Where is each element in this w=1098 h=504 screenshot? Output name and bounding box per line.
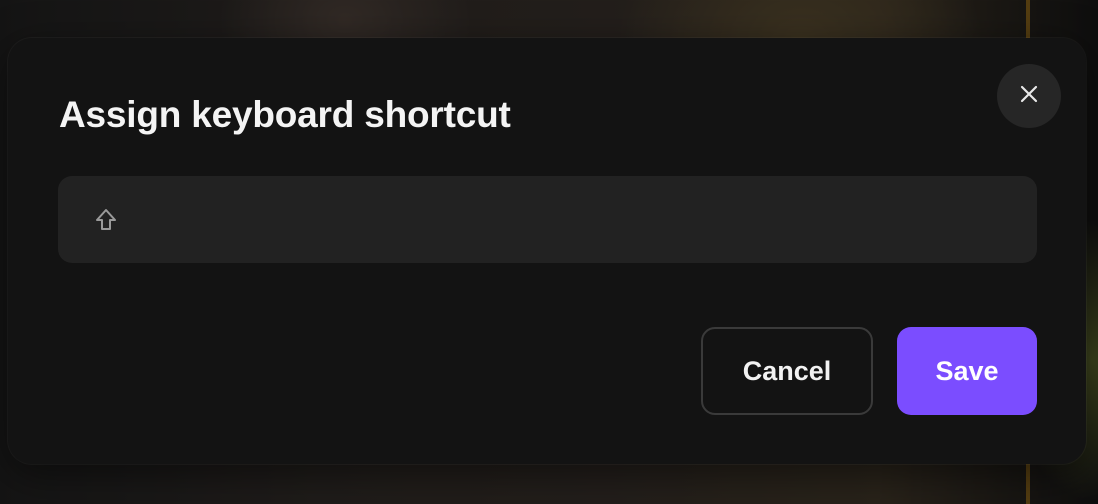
close-icon xyxy=(1018,83,1040,110)
cancel-button[interactable]: Cancel xyxy=(701,327,873,415)
dialog-title: Assign keyboard shortcut xyxy=(59,94,511,135)
shift-key-icon xyxy=(94,207,118,233)
close-button[interactable] xyxy=(997,64,1061,128)
shortcut-input[interactable] xyxy=(58,176,1037,263)
save-button[interactable]: Save xyxy=(897,327,1037,415)
assign-shortcut-dialog: Assign keyboard shortcut Cancel Save xyxy=(8,38,1086,464)
